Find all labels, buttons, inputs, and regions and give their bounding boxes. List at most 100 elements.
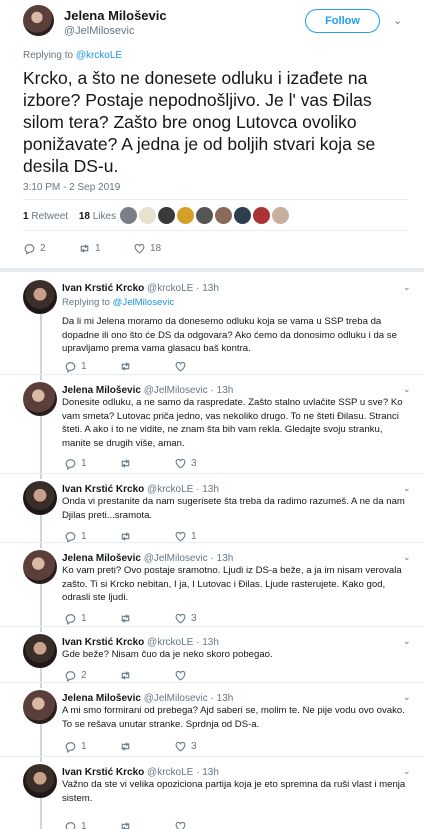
author-handle[interactable]: @JelMilosevic: [144, 693, 208, 704]
liker-avatar[interactable]: [120, 207, 137, 224]
chevron-down-icon[interactable]: ⌄: [403, 282, 411, 293]
liker-avatar[interactable]: [139, 207, 156, 224]
reply-button[interactable]: 2: [64, 669, 119, 682]
author-handle[interactable]: @krckoLE: [147, 484, 193, 495]
like-button[interactable]: 18: [133, 242, 188, 255]
chevron-down-icon[interactable]: ⌄: [393, 14, 402, 27]
liker-avatar[interactable]: [177, 207, 194, 224]
reply-header: Ivan Krstić Krcko @krckoLE · 13h: [62, 484, 219, 495]
author-name[interactable]: Ivan Krstić Krcko: [62, 767, 144, 778]
retweet-button[interactable]: 1: [78, 242, 133, 255]
reply-button[interactable]: 1: [64, 820, 119, 829]
like-button[interactable]: 3: [174, 740, 229, 753]
avatar[interactable]: [23, 690, 57, 724]
reply-header: Jelena Miloševic @JelMilosevic · 13h: [62, 693, 233, 704]
replying-prefix: Replying to: [62, 297, 110, 308]
retweet-button[interactable]: [119, 669, 174, 682]
retweets-label[interactable]: Retweet: [31, 211, 68, 222]
author-name[interactable]: Ivan Krstić Krcko: [62, 484, 144, 495]
chevron-down-icon[interactable]: ⌄: [403, 483, 411, 494]
main-tweet: Jelena Miloševic @JelMilosevic Follow ⌄ …: [0, 0, 424, 259]
reply-actions: 1: [64, 820, 229, 829]
chevron-down-icon[interactable]: ⌄: [403, 552, 411, 563]
reply-time[interactable]: · 13h: [196, 767, 219, 778]
liker-avatar[interactable]: [272, 207, 289, 224]
retweet-icon: [121, 742, 130, 751]
reply-time[interactable]: · 13h: [196, 283, 219, 294]
reply-time[interactable]: · 13h: [211, 693, 234, 704]
divider: [0, 756, 424, 757]
like-button[interactable]: 3: [174, 612, 229, 625]
reply-time[interactable]: · 13h: [196, 637, 219, 648]
reply-count: 1: [81, 821, 87, 829]
avatar[interactable]: [23, 5, 54, 36]
avatar[interactable]: [23, 481, 57, 515]
reply-icon: [65, 362, 76, 373]
retweet-button[interactable]: [119, 457, 174, 470]
chevron-down-icon[interactable]: ⌄: [403, 636, 411, 647]
divider: [0, 473, 424, 474]
author-handle[interactable]: @JelMilosevic: [144, 553, 208, 564]
reply-time[interactable]: · 13h: [196, 484, 219, 495]
replying-to-link[interactable]: @krckoLE: [76, 50, 122, 61]
reply-button[interactable]: 1: [64, 612, 119, 625]
like-button[interactable]: [174, 820, 229, 829]
avatar[interactable]: [23, 550, 57, 584]
like-button[interactable]: [174, 360, 229, 373]
retweet-icon: [80, 244, 89, 253]
author-name[interactable]: Jelena Miloševic: [62, 693, 141, 704]
reply-actions: 13: [64, 457, 229, 470]
reply-header: Ivan Krstić Krcko @krckoLE · 13h: [62, 767, 219, 778]
heart-icon: [175, 458, 186, 469]
avatar[interactable]: [23, 280, 57, 314]
author-name[interactable]: Jelena Miloševic: [62, 385, 141, 396]
reply-time[interactable]: · 13h: [211, 553, 234, 564]
divider: [0, 374, 424, 375]
like-button[interactable]: 3: [174, 457, 229, 470]
retweet-button[interactable]: [119, 740, 174, 753]
reply-button[interactable]: 2: [23, 242, 78, 255]
author-name[interactable]: Jelena Miloševic: [64, 8, 167, 23]
chevron-down-icon[interactable]: ⌄: [403, 384, 411, 395]
likes-count[interactable]: 18: [79, 211, 90, 222]
author-name[interactable]: Ivan Krstić Krcko: [62, 637, 144, 648]
liker-avatar[interactable]: [158, 207, 175, 224]
follow-button[interactable]: Follow: [305, 9, 380, 33]
reply-time[interactable]: · 13h: [211, 385, 234, 396]
liker-avatar[interactable]: [253, 207, 270, 224]
author-handle[interactable]: @krckoLE: [147, 283, 193, 294]
tweet-timestamp[interactable]: 3:10 PM - 2 Sep 2019: [23, 182, 120, 193]
avatar[interactable]: [23, 634, 57, 668]
liker-avatar[interactable]: [196, 207, 213, 224]
retweet-button[interactable]: [119, 360, 174, 373]
retweet-icon: [121, 614, 130, 623]
reply-count: 1: [81, 741, 87, 752]
like-button[interactable]: [174, 669, 229, 682]
reply-button[interactable]: 1: [64, 740, 119, 753]
likes-label[interactable]: Likes: [93, 211, 116, 222]
reply-count: 1: [81, 531, 87, 542]
author-handle[interactable]: @krckoLE: [147, 637, 193, 648]
author-name[interactable]: Jelena Miloševic: [62, 553, 141, 564]
author-handle[interactable]: @JelMilosevic: [64, 25, 134, 37]
chevron-down-icon[interactable]: ⌄: [403, 766, 411, 777]
author-handle[interactable]: @JelMilosevic: [144, 385, 208, 396]
avatar[interactable]: [23, 382, 57, 416]
retweets-count[interactable]: 1: [23, 211, 29, 222]
reply-button[interactable]: 1: [64, 457, 119, 470]
replying-to-link[interactable]: @JelMilosevic: [113, 297, 174, 308]
heart-icon: [175, 821, 186, 829]
liker-avatar[interactable]: [234, 207, 251, 224]
avatar[interactable]: [23, 764, 57, 798]
chevron-down-icon[interactable]: ⌄: [403, 692, 411, 703]
reply-text: A mi smo formirani od prebega? Ajd saber…: [62, 705, 405, 730]
reply-button[interactable]: 1: [64, 360, 119, 373]
like-count: 3: [191, 613, 197, 624]
author-name[interactable]: Ivan Krstić Krcko: [62, 283, 144, 294]
retweet-button[interactable]: [119, 820, 174, 829]
liker-avatar[interactable]: [215, 207, 232, 224]
author-handle[interactable]: @krckoLE: [147, 767, 193, 778]
retweet-button[interactable]: [119, 612, 174, 625]
likers-avatars[interactable]: [120, 207, 289, 224]
heart-icon: [175, 670, 186, 681]
